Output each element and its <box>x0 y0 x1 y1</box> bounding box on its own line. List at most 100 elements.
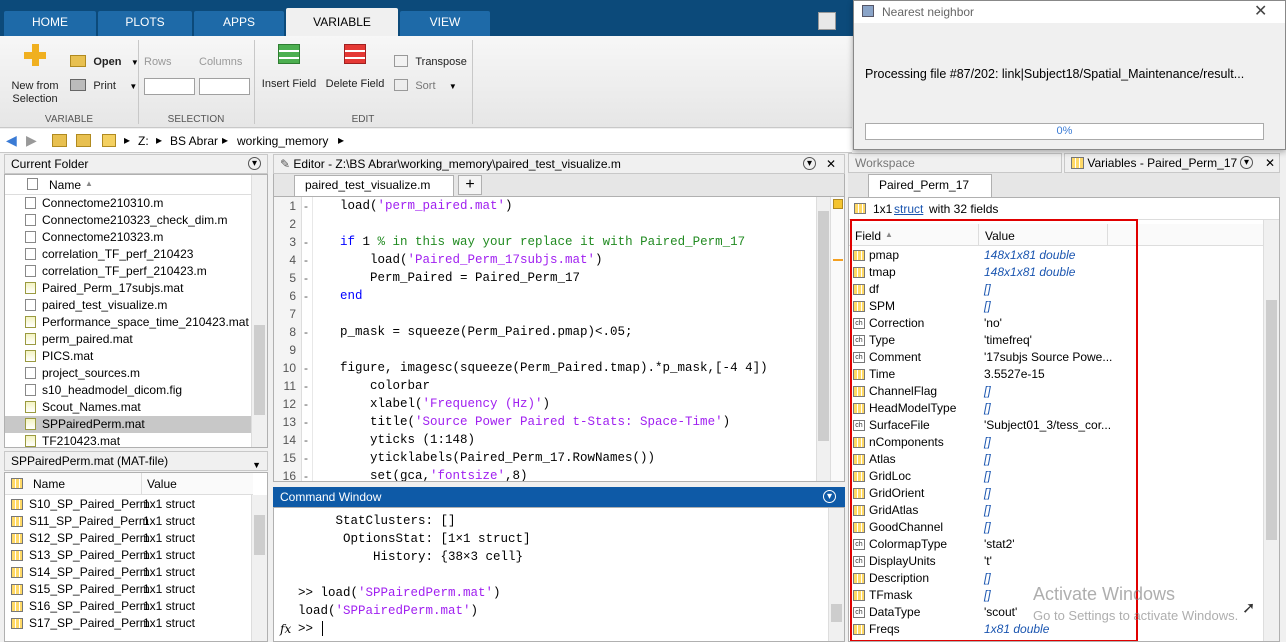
mat-var-row[interactable]: S16_SP_Paired_Perm 1x1 struct <box>5 598 253 615</box>
code-line[interactable]: load('perm_paired.mat') <box>340 199 513 213</box>
open-button[interactable]: Open ▼ <box>70 54 139 70</box>
columns-input[interactable] <box>199 78 250 95</box>
mat-var-row[interactable]: S15_SP_Paired_Perm 1x1 struct <box>5 581 253 598</box>
code-line[interactable]: xlabel('Frequency (Hz)') <box>340 397 550 411</box>
folder-file-row[interactable]: paired_test_visualize.m <box>5 297 253 314</box>
variable-tab-paired-perm-17[interactable]: Paired_Perm_17 ✕ <box>868 174 992 212</box>
code-line[interactable]: end <box>340 289 363 303</box>
browse-folder-icon[interactable] <box>76 134 91 147</box>
tab-view[interactable]: VIEW <box>400 11 490 36</box>
folder-file-row[interactable]: Paired_Perm_17subjs.mat <box>5 280 253 297</box>
quick-access-icon[interactable] <box>818 12 836 30</box>
new-tab-plus-icon[interactable]: + <box>458 175 482 195</box>
fx-icon[interactable]: fx <box>280 622 291 636</box>
command-output-line: >> load('SPPairedPerm.mat') <box>298 586 501 600</box>
tab-home[interactable]: HOME <box>4 11 96 36</box>
warning-indicator-icon[interactable] <box>833 199 843 209</box>
folder-file-row[interactable]: TF210423.mat <box>5 433 253 447</box>
code-line[interactable]: title('Source Power Paired t-Stats: Spac… <box>340 415 730 429</box>
highlight-box <box>850 219 1138 641</box>
editor-file-tab[interactable]: paired_test_visualize.m ✕ <box>294 175 454 211</box>
delete-field-button[interactable]: Delete Field <box>324 44 386 90</box>
line-number: 4 <box>289 253 296 267</box>
address-bar: ◀ ▶ ▸ Z: ▸ BS Abrar ▸ working_memory ▸ <box>0 129 852 153</box>
breadcrumb-working-memory[interactable]: working_memory <box>237 134 328 148</box>
warning-marker[interactable] <box>833 259 843 261</box>
mat-details-header: SPPairedPerm.mat (MAT-file) ▼ <box>4 451 268 471</box>
folder-file-row[interactable]: s10_headmodel_dicom.fig <box>5 382 253 399</box>
folder-file-row[interactable]: correlation_TF_perf_210423.m <box>5 263 253 280</box>
breadcrumb-z[interactable]: Z: <box>138 134 149 148</box>
line-number: 16 <box>282 469 296 482</box>
mat-var-row[interactable]: S14_SP_Paired_Perm 1x1 struct <box>5 564 253 581</box>
watermark-subtitle: Go to Settings to activate Windows. <box>1033 608 1239 623</box>
close-icon[interactable]: ✕ <box>1265 154 1275 172</box>
mat-var-row[interactable]: S17_SP_Paired_Perm 1x1 struct <box>5 615 253 632</box>
sort-button[interactable]: Sort ▼ <box>394 78 457 92</box>
code-line[interactable]: set(gca,'fontsize',8) <box>340 469 528 481</box>
back-arrow-icon[interactable]: ◀ <box>6 132 17 149</box>
code-line[interactable]: yticks (1:148) <box>340 433 475 447</box>
line-number: 13 <box>282 415 296 429</box>
new-from-selection-button[interactable]: New from Selection <box>6 42 64 110</box>
chevron-down-icon: ▼ <box>129 82 138 91</box>
struct-icon <box>11 516 23 527</box>
code-line[interactable]: Perm_Paired = Paired_Perm_17 <box>340 271 580 285</box>
mat-file-icon <box>25 418 36 430</box>
folder-file-row[interactable]: Connectome210323.m <box>5 229 253 246</box>
panel-menu-icon[interactable]: ▾ <box>1240 156 1253 169</box>
folder-file-row[interactable]: project_sources.m <box>5 365 253 382</box>
rows-input[interactable] <box>144 78 195 95</box>
close-icon[interactable]: ✕ <box>1254 1 1267 21</box>
panel-menu-icon[interactable]: ▾ <box>803 157 816 170</box>
panel-menu-icon[interactable]: ▾ <box>248 157 261 170</box>
rows-label: Rows <box>144 56 172 68</box>
folder-file-row[interactable]: Connectome210310.m <box>5 195 253 212</box>
tab-apps[interactable]: APPS <box>194 11 284 36</box>
mat-var-row[interactable]: S13_SP_Paired_Perm 1x1 struct <box>5 547 253 564</box>
workspace-tab[interactable]: Workspace <box>848 153 1062 173</box>
code-line[interactable]: p_mask = squeeze(Perm_Paired.pmap)<.05; <box>340 325 633 339</box>
folder-column-header[interactable]: Name ▲ <box>5 175 253 195</box>
line-number: 9 <box>289 343 296 357</box>
folder-file-row[interactable]: PICS.mat <box>5 348 253 365</box>
close-icon[interactable]: ✕ <box>826 155 836 173</box>
up-folder-icon[interactable] <box>52 134 67 147</box>
breadcrumb-bs-abrar[interactable]: BS Abrar <box>170 134 218 148</box>
forward-arrow-icon[interactable]: ▶ <box>26 132 37 149</box>
line-number: 1 <box>289 199 296 213</box>
tab-variable[interactable]: VARIABLE <box>286 8 398 36</box>
code-line[interactable]: load('Paired_Perm_17subjs.mat') <box>340 253 603 267</box>
col-name[interactable]: Name <box>33 477 65 491</box>
folder-file-row[interactable]: correlation_TF_perf_210423 <box>5 246 253 263</box>
command-window-panel[interactable]: StatClusters: [] OptionsStat: [1×1 struc… <box>273 507 845 642</box>
section-selection: SELECTION <box>167 114 225 125</box>
mouse-cursor-icon: ➚ <box>1242 600 1256 617</box>
tab-plots[interactable]: PLOTS <box>98 11 192 36</box>
struct-link[interactable]: struct <box>894 202 923 216</box>
transpose-button[interactable]: Transpose <box>394 54 467 68</box>
folder-file-row[interactable]: Scout_Names.mat <box>5 399 253 416</box>
folder-file-row[interactable]: SPPairedPerm.mat <box>5 416 253 433</box>
folder-file-row[interactable]: Connectome210323_check_dim.m <box>5 212 253 229</box>
folder-file-row[interactable]: perm_paired.mat <box>5 331 253 348</box>
fig-file-icon <box>25 384 36 396</box>
print-button[interactable]: Print ▼ <box>70 78 137 94</box>
code-line[interactable]: colorbar <box>340 379 430 393</box>
transpose-icon <box>394 55 408 67</box>
mat-file-icon <box>25 435 36 447</box>
code-line[interactable]: if 1 % in this way your replace it with … <box>340 235 745 249</box>
dialog-titlebar: Nearest neighbor ✕ <box>854 1 1285 23</box>
mat-var-row[interactable]: S11_SP_Paired_Perm 1x1 struct <box>5 513 253 530</box>
mat-var-row[interactable]: S10_SP_Paired_Perm 1x1 struct <box>5 496 253 513</box>
panel-menu-icon[interactable]: ▾ <box>823 490 836 503</box>
mat-var-row[interactable]: S12_SP_Paired_Perm 1x1 struct <box>5 530 253 547</box>
col-value[interactable]: Value <box>147 477 177 491</box>
struct-summary: 1x1 struct with 32 fields <box>849 198 1279 220</box>
folder-file-row[interactable]: Performance_space_time_210423.mat <box>5 314 253 331</box>
code-line[interactable]: figure, imagesc(squeeze(Perm_Paired.tmap… <box>340 361 768 375</box>
insert-field-button[interactable]: Insert Field <box>260 44 318 90</box>
mat-file-icon <box>25 401 36 413</box>
command-output-line: History: {38×3 cell} <box>298 550 524 564</box>
code-line[interactable]: yticklabels(Paired_Perm_17.RowNames()) <box>340 451 655 465</box>
